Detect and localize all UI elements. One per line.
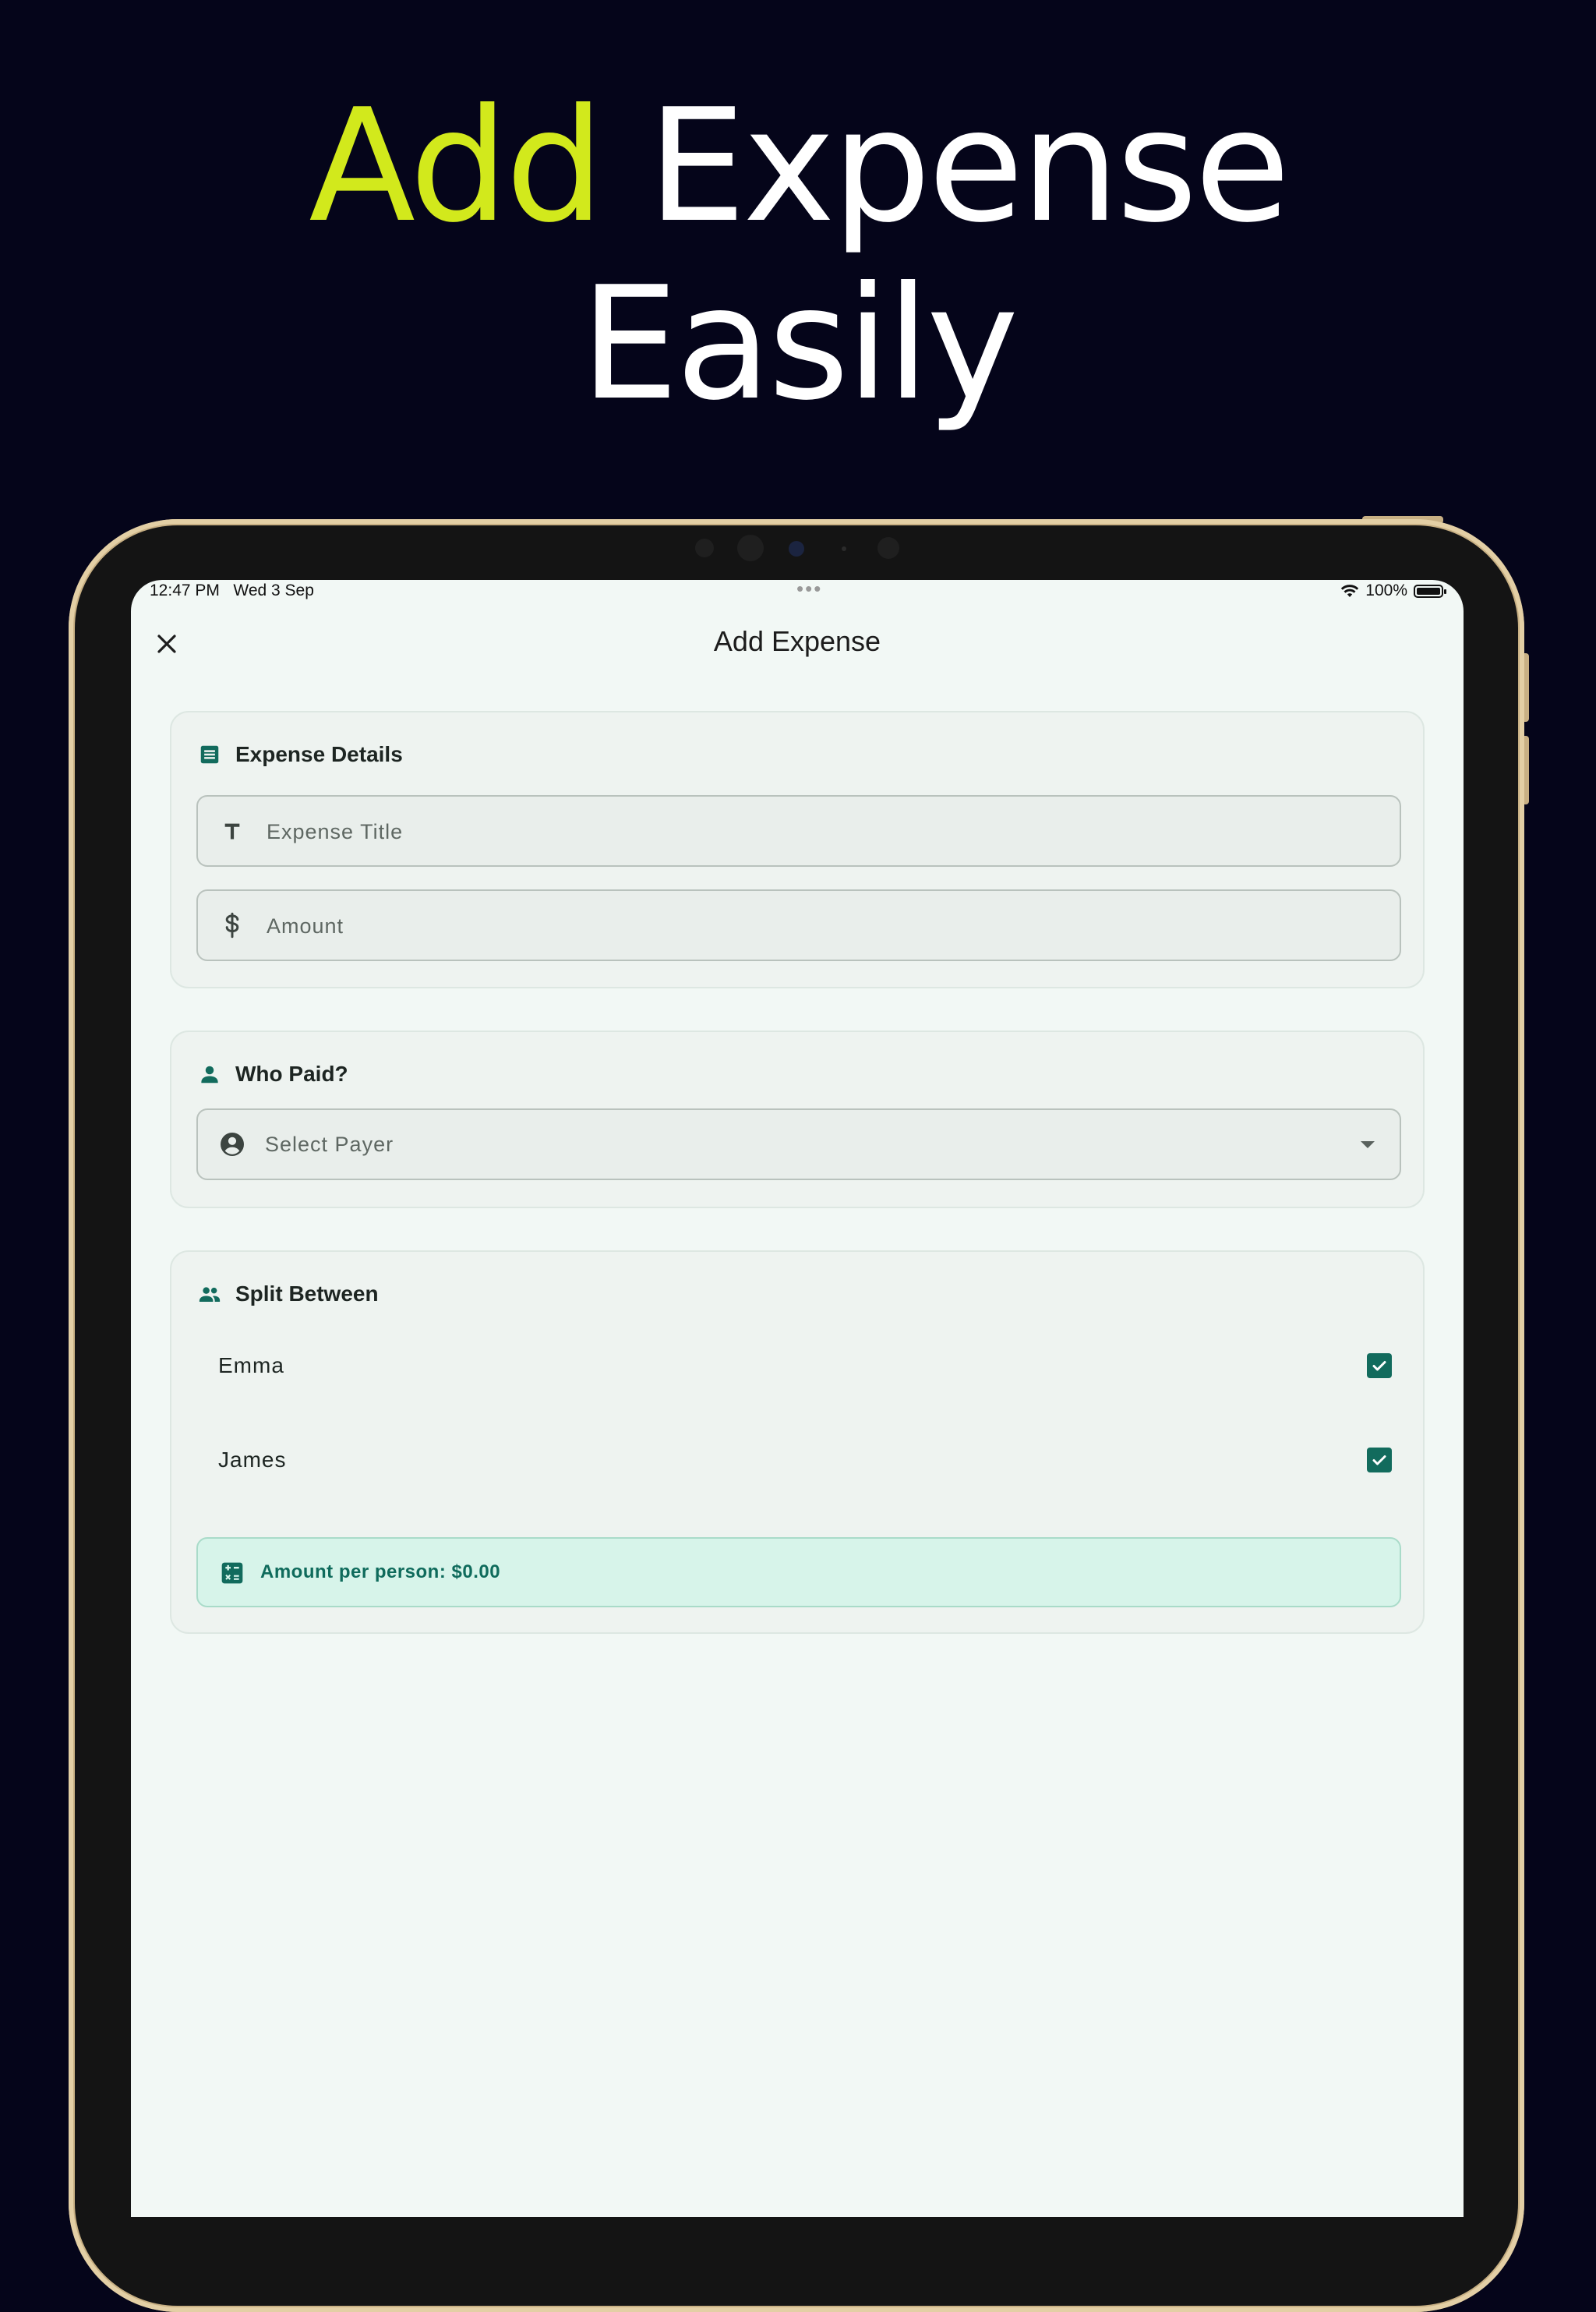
page-title: Add Expense <box>713 625 881 657</box>
split-between-title: Split Between <box>235 1281 379 1306</box>
wifi-icon <box>1341 585 1359 597</box>
battery-icon <box>1414 584 1446 598</box>
multitasking-dots-icon[interactable]: ••• <box>796 580 822 599</box>
check-icon <box>1372 1361 1386 1371</box>
status-time-date: 12:47 PM Wed 3 Sep <box>150 580 314 602</box>
battery-percent: 100% <box>1365 582 1407 599</box>
calculator-icon <box>221 1562 243 1584</box>
front-camera <box>737 535 764 561</box>
headline-line-2: Easily <box>580 253 1019 435</box>
status-right: 100% <box>1340 580 1446 602</box>
amount-field[interactable] <box>196 889 1401 961</box>
who-paid-title: Who Paid? <box>235 1062 348 1086</box>
amount-input[interactable] <box>265 891 1344 961</box>
amount-per-person-summary: Amount per person: $0.00 <box>196 1537 1401 1607</box>
split-between-card: Split Between Emma James Amount per pers… <box>170 1250 1425 1634</box>
sensor-dot <box>695 539 714 557</box>
member-row-emma[interactable]: Emma <box>196 1328 1401 1403</box>
receipt-icon <box>200 745 219 764</box>
camera-lens-icon <box>789 541 804 557</box>
headline-word-expense: Expense <box>648 76 1291 257</box>
check-icon <box>1372 1455 1386 1465</box>
expense-details-card: Expense Details <box>170 711 1425 988</box>
member-row-james[interactable]: James <box>196 1423 1401 1497</box>
member-name: James <box>218 1448 287 1472</box>
chevron-down-icon <box>1361 1141 1375 1148</box>
account-circle-icon <box>215 1127 249 1161</box>
member-checkbox-emma[interactable] <box>1367 1353 1392 1378</box>
sensor-dot-right <box>877 537 899 559</box>
expense-title-field[interactable] <box>196 795 1401 867</box>
payer-select-placeholder: Select Payer <box>265 1133 394 1156</box>
status-date: Wed 3 Sep <box>233 582 314 599</box>
sensor-dot-small <box>842 546 846 551</box>
payer-select[interactable]: Select Payer <box>196 1108 1401 1180</box>
text-format-icon <box>215 814 249 848</box>
status-bar: 12:47 PM Wed 3 Sep ••• 100% <box>150 580 1446 602</box>
status-time: 12:47 PM <box>150 582 220 599</box>
headline-accent-word: Add <box>309 76 604 257</box>
expense-details-header: Expense Details <box>198 742 403 767</box>
expense-title-input[interactable] <box>265 797 1344 867</box>
app-screen: 12:47 PM Wed 3 Sep ••• 100% Add Expense … <box>131 580 1464 2217</box>
member-checkbox-james[interactable] <box>1367 1448 1392 1472</box>
amount-per-person-text: Amount per person: $0.00 <box>260 1561 501 1582</box>
who-paid-card: Who Paid? Select Payer <box>170 1031 1425 1208</box>
person-icon <box>201 1066 218 1084</box>
marketing-headline: Add Expense Easily <box>0 78 1596 433</box>
split-between-header: Split Between <box>198 1281 379 1306</box>
who-paid-header: Who Paid? <box>198 1062 348 1087</box>
member-name: Emma <box>218 1353 284 1377</box>
dollar-icon <box>215 908 249 942</box>
group-icon <box>199 1287 221 1302</box>
expense-details-title: Expense Details <box>235 742 403 766</box>
